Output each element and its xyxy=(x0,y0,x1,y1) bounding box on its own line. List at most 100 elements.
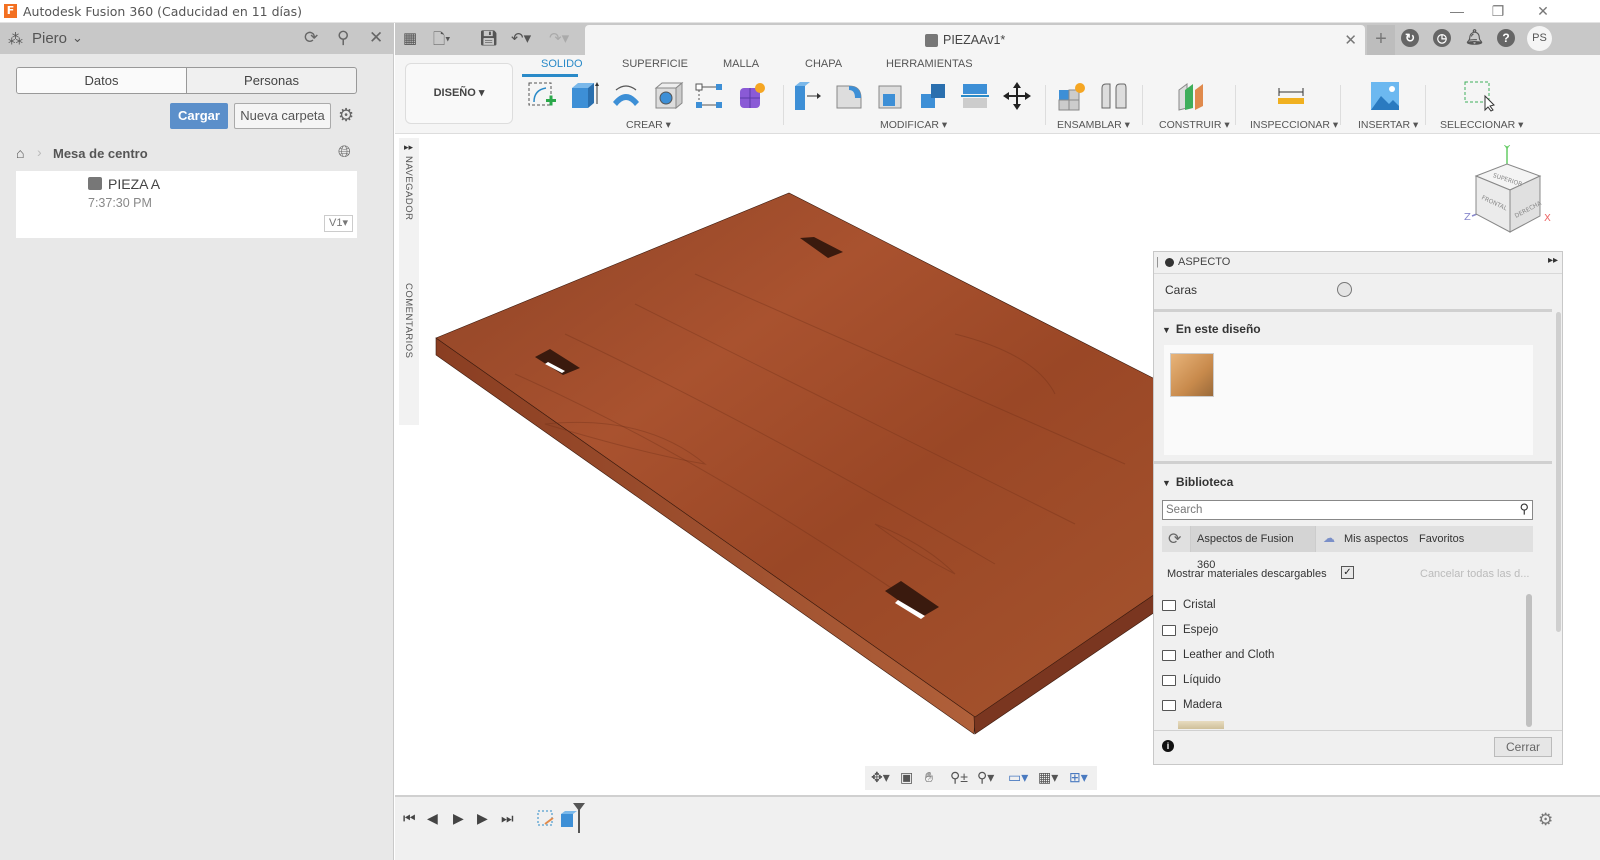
notifications-bell-icon[interactable]: 🔔︎ xyxy=(1465,29,1484,47)
tab-herramientas[interactable]: HERRAMIENTAS xyxy=(886,58,973,70)
file-item[interactable]: PIEZA A 7:37:30 PM V1▾ xyxy=(16,171,357,238)
new-folder-button[interactable]: Nueva carpeta xyxy=(234,103,331,129)
cancel-all-downloads-link[interactable]: Cancelar todas las d... xyxy=(1420,568,1529,580)
measure-icon[interactable] xyxy=(1275,80,1307,112)
revolve-icon[interactable] xyxy=(610,80,642,112)
timeline-settings-gear-icon[interactable]: ⚙ xyxy=(1538,810,1553,830)
dialog-header[interactable]: | ASPECTO ▸▸ xyxy=(1154,252,1562,274)
maximize-button[interactable]: ❐ xyxy=(1475,0,1521,23)
refresh-icon[interactable]: ⟳ xyxy=(304,28,318,48)
help-icon[interactable]: ? xyxy=(1497,29,1515,47)
apps-grid-icon[interactable]: ▦ xyxy=(403,29,417,47)
search-icon[interactable]: ⚲ xyxy=(337,28,349,48)
new-component-icon[interactable] xyxy=(1056,80,1088,112)
joint-icon[interactable] xyxy=(1098,80,1130,112)
zoom-icon[interactable]: ⚲± xyxy=(950,769,968,786)
timeline-marker[interactable] xyxy=(573,803,585,833)
extrude-icon[interactable] xyxy=(568,80,600,112)
tab-personas[interactable]: Personas xyxy=(187,68,356,93)
group-inspeccionar[interactable]: INSPECCIONAR ▾ xyxy=(1250,119,1338,131)
tab-chapa[interactable]: CHAPA xyxy=(805,58,842,70)
expand-dialog-icon[interactable]: ▸▸ xyxy=(1548,255,1558,266)
tab-malla[interactable]: MALLA xyxy=(723,58,759,70)
library-section-title[interactable]: ▼ Biblioteca xyxy=(1162,475,1233,489)
wood-swatch-partial[interactable] xyxy=(1178,721,1224,729)
group-ensamblar[interactable]: ENSAMBLAR ▾ xyxy=(1057,119,1130,131)
close-dialog-button[interactable]: Cerrar xyxy=(1494,737,1552,757)
tab-my-appearances[interactable]: Mis aspectos xyxy=(1344,533,1408,545)
fit-window-icon[interactable]: ⚲▾ xyxy=(977,769,994,786)
close-tab-icon[interactable]: ✕ xyxy=(1344,31,1357,49)
fillet-icon[interactable] xyxy=(833,80,865,112)
play-icon[interactable]: ▶ xyxy=(453,810,464,827)
version-dropdown[interactable]: V1▾ xyxy=(324,215,353,232)
home-icon[interactable]: ⌂ xyxy=(16,145,24,161)
group-seleccionar[interactable]: SELECCIONAR ▾ xyxy=(1440,119,1523,131)
expand-navigator-icon[interactable]: ▸▸ xyxy=(404,142,413,153)
tab-datos[interactable]: Datos xyxy=(17,68,187,93)
pan-hand-icon[interactable]: ✋︎ xyxy=(925,769,933,786)
split-body-icon[interactable] xyxy=(959,80,991,112)
go-to-start-icon[interactable]: ⏮︎ xyxy=(403,810,416,827)
new-tab-button[interactable]: + xyxy=(1367,25,1395,55)
press-pull-icon[interactable] xyxy=(791,80,823,112)
globe-view-icon[interactable]: 🌐︎ xyxy=(338,144,351,162)
document-tab[interactable]: PIEZAAv1* ✕ xyxy=(585,25,1365,55)
user-avatar[interactable]: PS xyxy=(1527,26,1552,51)
move-icon[interactable] xyxy=(1001,80,1033,112)
navigator-label[interactable]: NAVEGADOR xyxy=(403,156,414,221)
create-sketch-icon[interactable] xyxy=(526,80,558,112)
minimize-button[interactable]: — xyxy=(1434,0,1480,23)
upload-button[interactable]: Cargar xyxy=(170,103,228,129)
create-form-icon[interactable] xyxy=(736,80,768,112)
shell-icon[interactable] xyxy=(875,80,907,112)
faces-selector-radio[interactable] xyxy=(1337,282,1352,297)
job-status-icon[interactable]: ◷ xyxy=(1433,29,1451,47)
step-back-icon[interactable]: ◀ xyxy=(427,810,438,827)
folder-list-scrollbar[interactable] xyxy=(1526,594,1532,727)
group-modificar[interactable]: MODIFICAR ▾ xyxy=(880,119,947,131)
save-icon[interactable]: 💾︎ xyxy=(479,29,498,47)
info-icon[interactable]: i xyxy=(1162,740,1174,752)
workspace-switcher[interactable]: DISEÑO ▾ xyxy=(405,63,513,124)
close-panel-icon[interactable]: ✕ xyxy=(369,28,383,48)
search-icon[interactable]: ⚲ xyxy=(1519,501,1529,517)
pattern-icon[interactable] xyxy=(694,80,726,112)
chevron-down-icon[interactable]: ⌄ xyxy=(72,30,83,46)
show-downloadable-checkbox[interactable]: ✓ xyxy=(1341,566,1354,579)
group-crear[interactable]: CREAR ▾ xyxy=(626,119,671,131)
group-construir[interactable]: CONSTRUIR ▾ xyxy=(1159,119,1230,131)
wood-material-swatch[interactable] xyxy=(1170,353,1214,397)
gear-icon[interactable]: ⚙ xyxy=(338,105,354,126)
grid-settings-icon[interactable]: ▦▾ xyxy=(1038,769,1058,786)
go-to-end-icon[interactable]: ⏭︎ xyxy=(501,810,514,827)
display-settings-icon[interactable]: ▭▾ xyxy=(1008,769,1028,786)
close-window-button[interactable]: ✕ xyxy=(1520,0,1566,23)
in-design-section-title[interactable]: ▼ En este diseño xyxy=(1162,322,1261,336)
undo-icon[interactable]: ↶▾ xyxy=(511,29,531,47)
collapse-icon[interactable] xyxy=(1165,258,1174,267)
dialog-scrollbar[interactable] xyxy=(1556,312,1561,632)
offset-plane-icon[interactable] xyxy=(1175,80,1207,112)
view-cube[interactable]: Y Z X SUPERIOR FRONTAL DERECHA xyxy=(1462,142,1562,237)
select-window-icon[interactable] xyxy=(1463,80,1495,112)
tab-solido[interactable]: SOLIDO xyxy=(541,58,583,70)
look-at-icon[interactable]: ▣ xyxy=(900,769,913,786)
tab-favorites[interactable]: Favoritos xyxy=(1419,533,1464,545)
team-name[interactable]: Piero xyxy=(32,30,67,47)
comments-label[interactable]: COMENTARIOS xyxy=(403,283,414,359)
refresh-library-icon[interactable]: ⟳ xyxy=(1168,529,1181,549)
viewports-icon[interactable]: ⊞▾ xyxy=(1069,769,1088,786)
file-menu-icon[interactable]: 🗋︎▾ xyxy=(433,29,451,54)
insert-image-icon[interactable] xyxy=(1369,80,1401,112)
breadcrumb-current[interactable]: Mesa de centro xyxy=(53,146,148,161)
library-search-input[interactable]: Search ⚲ xyxy=(1162,500,1533,520)
group-insertar[interactable]: INSERTAR ▾ xyxy=(1358,119,1418,131)
redo-icon[interactable]: ↷▾ xyxy=(549,29,569,47)
extensions-icon[interactable]: ↻ xyxy=(1401,29,1419,47)
tab-fusion-appearances[interactable]: Aspectos de Fusion 360 xyxy=(1190,526,1316,571)
drag-handle[interactable]: | xyxy=(1156,256,1159,268)
tab-superficie[interactable]: SUPERFICIE xyxy=(622,58,688,70)
combine-icon[interactable] xyxy=(917,80,949,112)
timeline-sketch-icon[interactable] xyxy=(537,810,555,828)
